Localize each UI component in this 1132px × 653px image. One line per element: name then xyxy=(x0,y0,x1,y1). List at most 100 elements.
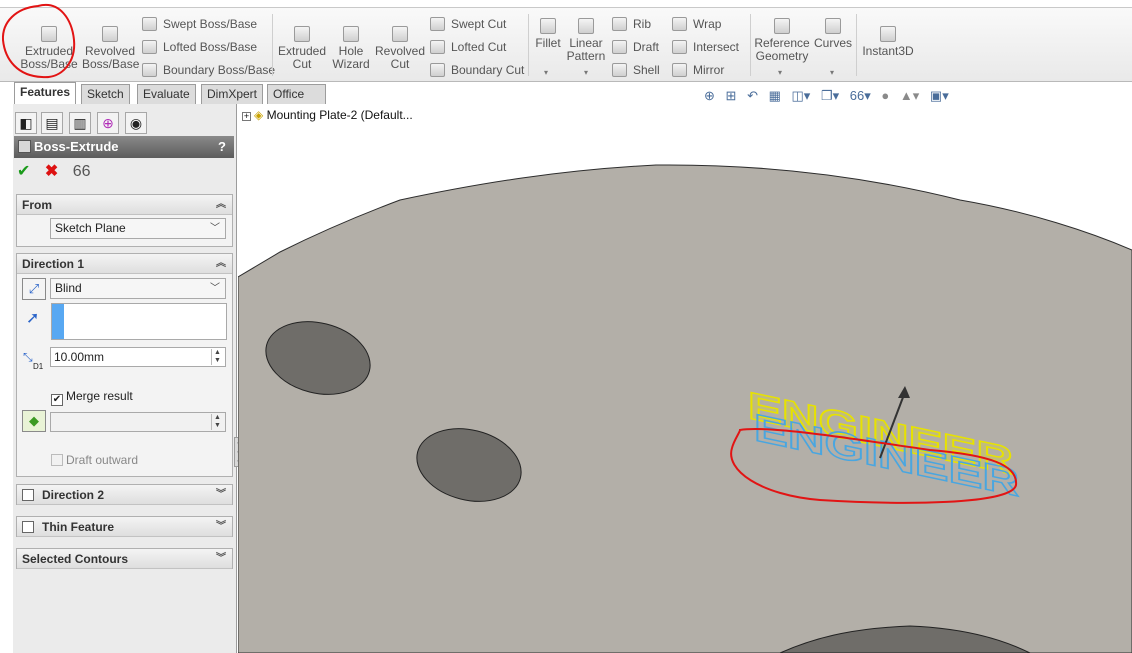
hole-wizard-button[interactable]: Hole Wizard xyxy=(330,26,372,71)
zoom-to-area-icon[interactable]: ⊞ xyxy=(726,88,737,103)
expand-chevron-icon[interactable]: ︾ xyxy=(216,549,226,569)
revolved-cut-button[interactable]: Revolved Cut xyxy=(374,26,426,71)
tab-dimxpert[interactable]: DimXpert xyxy=(201,84,264,104)
depth-spinner[interactable]: ▲ ▼ xyxy=(211,349,223,365)
reverse-direction-button[interactable]: ⤢ xyxy=(22,278,46,300)
collapse-chevron-icon[interactable]: ︽ xyxy=(216,254,226,274)
instant3d-icon xyxy=(880,26,896,42)
reference-geometry-button[interactable]: Reference Geometry xyxy=(754,18,810,63)
draft-button[interactable]: Draft xyxy=(612,38,659,56)
mirror-icon xyxy=(672,63,687,77)
command-manager-tabs: Features Sketch Evaluate DimXpert Office… xyxy=(13,82,327,119)
thin-feature-group-header[interactable]: Thin Feature ︾ xyxy=(17,517,232,537)
view-orientation-icon[interactable]: ◫▾ xyxy=(792,88,811,103)
tab-evaluate[interactable]: Evaluate xyxy=(137,84,196,104)
curves-button[interactable]: Curves xyxy=(814,18,852,50)
tab-sketch[interactable]: Sketch xyxy=(81,84,130,104)
graphics-area[interactable]: ENGINEER ENGINEER xyxy=(238,104,1132,653)
draft-angle-spinner[interactable]: ▲ ▼ xyxy=(211,414,223,430)
expand-chevron-icon[interactable]: ︾ xyxy=(216,517,226,537)
property-manager-title: Boss-Extrude ? xyxy=(14,136,234,158)
display-style-icon[interactable]: ❒▾ xyxy=(821,88,839,103)
mirror-button[interactable]: Mirror xyxy=(672,61,724,79)
revolved-cut-label-1: Revolved xyxy=(374,44,426,58)
display-manager-icon[interactable]: ◉ xyxy=(125,112,147,134)
shell-button[interactable]: Shell xyxy=(612,61,660,79)
depth-icon: ⤡ xyxy=(23,350,33,364)
chevron-down-icon: ﹀ xyxy=(210,223,220,234)
selected-contours-group-header[interactable]: Selected Contours ︾ xyxy=(17,549,232,569)
curves-icon xyxy=(825,18,841,34)
collapse-chevron-icon[interactable]: ︽ xyxy=(216,195,226,215)
linear-pattern-icon xyxy=(578,18,594,34)
linear-pattern-dropdown-icon[interactable]: ▾ xyxy=(584,68,588,77)
intersect-button[interactable]: Intersect xyxy=(672,38,739,56)
direction1-group-header[interactable]: Direction 1 ︽ xyxy=(17,254,232,274)
direction2-checkbox[interactable] xyxy=(22,489,34,501)
direction2-group[interactable]: Direction 2 ︾ xyxy=(16,484,233,505)
previous-view-icon[interactable]: ↶ xyxy=(747,88,758,103)
model-view: ENGINEER ENGINEER xyxy=(238,164,1132,653)
red-annotation-circle xyxy=(1,3,76,79)
direction-of-extrusion-field[interactable] xyxy=(51,303,227,340)
draft-icon: ◆ xyxy=(29,413,39,428)
from-group-header[interactable]: From ︽ xyxy=(17,195,232,215)
reference-geometry-dropdown-icon[interactable]: ▾ xyxy=(778,68,782,77)
property-manager-icon[interactable]: ▤ xyxy=(41,112,63,134)
selected-contours-group[interactable]: Selected Contours ︾ xyxy=(16,548,233,569)
apply-scene-icon[interactable]: ▲▾ xyxy=(900,88,919,103)
curves-dropdown-icon[interactable]: ▾ xyxy=(830,68,834,77)
instant3d-button[interactable]: Instant3D xyxy=(860,26,916,58)
lofted-boss-icon xyxy=(142,40,157,54)
direction2-group-header[interactable]: Direction 2 ︾ xyxy=(17,485,232,505)
linear-pattern-label-1: Linear xyxy=(569,36,603,50)
feature-manager-tree-icon[interactable]: ◧ xyxy=(15,112,37,134)
section-view-icon[interactable]: ▦ xyxy=(769,88,781,103)
draft-on-off-button[interactable]: ◆ xyxy=(22,410,46,432)
window-left-margin xyxy=(0,82,13,653)
detailed-preview-icon[interactable]: 66 xyxy=(73,163,91,180)
revolved-cut-label-2: Cut xyxy=(390,57,410,71)
draft-outward-label: Draft outward xyxy=(66,453,139,467)
lofted-boss-button[interactable]: Lofted Boss/Base xyxy=(142,38,257,56)
dimxpert-manager-icon[interactable]: ⊕ xyxy=(97,112,119,134)
help-button[interactable]: ? xyxy=(218,136,226,158)
end-condition-select[interactable]: Blind ﹀ xyxy=(50,278,226,299)
selected-contours-title: Selected Contours xyxy=(22,552,129,566)
hide-show-items-icon[interactable]: 66▾ xyxy=(850,88,871,103)
cancel-x-icon[interactable]: ✖ xyxy=(45,163,58,180)
merge-result-checkbox[interactable]: ✔ Merge result xyxy=(51,389,133,406)
feature-tree-root[interactable]: + ◈ Mounting Plate-2 (Default... xyxy=(242,108,413,122)
zoom-to-fit-icon[interactable]: ⊕ xyxy=(704,88,715,103)
edit-appearance-icon[interactable]: ● xyxy=(881,88,889,103)
linear-pattern-button[interactable]: Linear Pattern xyxy=(566,18,606,63)
tab-features[interactable]: Features xyxy=(14,82,77,104)
depth-input[interactable]: 10.00mm ▲ ▼ xyxy=(50,347,226,367)
hole-wizard-label-1: Hole xyxy=(338,44,364,58)
property-manager-actions: ✔ ✖ 66 xyxy=(17,162,101,182)
rib-button[interactable]: Rib xyxy=(612,15,651,33)
swept-cut-button[interactable]: Swept Cut xyxy=(430,15,506,33)
extruded-cut-button[interactable]: Extruded Cut xyxy=(276,26,328,71)
revolved-boss-button[interactable]: Revolved Boss/Base xyxy=(82,26,139,71)
swept-boss-button[interactable]: Swept Boss/Base xyxy=(142,15,257,33)
expand-chevron-icon[interactable]: ︾ xyxy=(216,485,226,505)
thin-feature-group[interactable]: Thin Feature ︾ xyxy=(16,516,233,537)
draft-outward-checkbox[interactable]: Draft outward xyxy=(51,453,138,467)
lofted-cut-button[interactable]: Lofted Cut xyxy=(430,38,506,56)
ok-check-icon[interactable]: ✔ xyxy=(17,163,30,180)
draft-angle-input[interactable]: ▲ ▼ xyxy=(50,412,226,432)
from-select[interactable]: Sketch Plane ﹀ xyxy=(50,218,226,239)
view-settings-icon[interactable]: ▣▾ xyxy=(930,88,949,103)
configuration-manager-icon[interactable]: ▥ xyxy=(69,112,91,134)
extruded-cut-label-2: Cut xyxy=(292,57,312,71)
fillet-button[interactable]: Fillet xyxy=(532,18,564,50)
from-group-title: From xyxy=(22,198,52,212)
tab-office-products[interactable]: Office Products xyxy=(267,84,327,119)
boundary-cut-button[interactable]: Boundary Cut xyxy=(430,61,524,79)
thin-feature-checkbox[interactable] xyxy=(22,521,34,533)
boundary-boss-button[interactable]: Boundary Boss/Base xyxy=(142,61,275,79)
fillet-dropdown-icon[interactable]: ▾ xyxy=(544,68,548,77)
expand-plus-icon[interactable]: + xyxy=(242,112,251,121)
wrap-button[interactable]: Wrap xyxy=(672,15,721,33)
